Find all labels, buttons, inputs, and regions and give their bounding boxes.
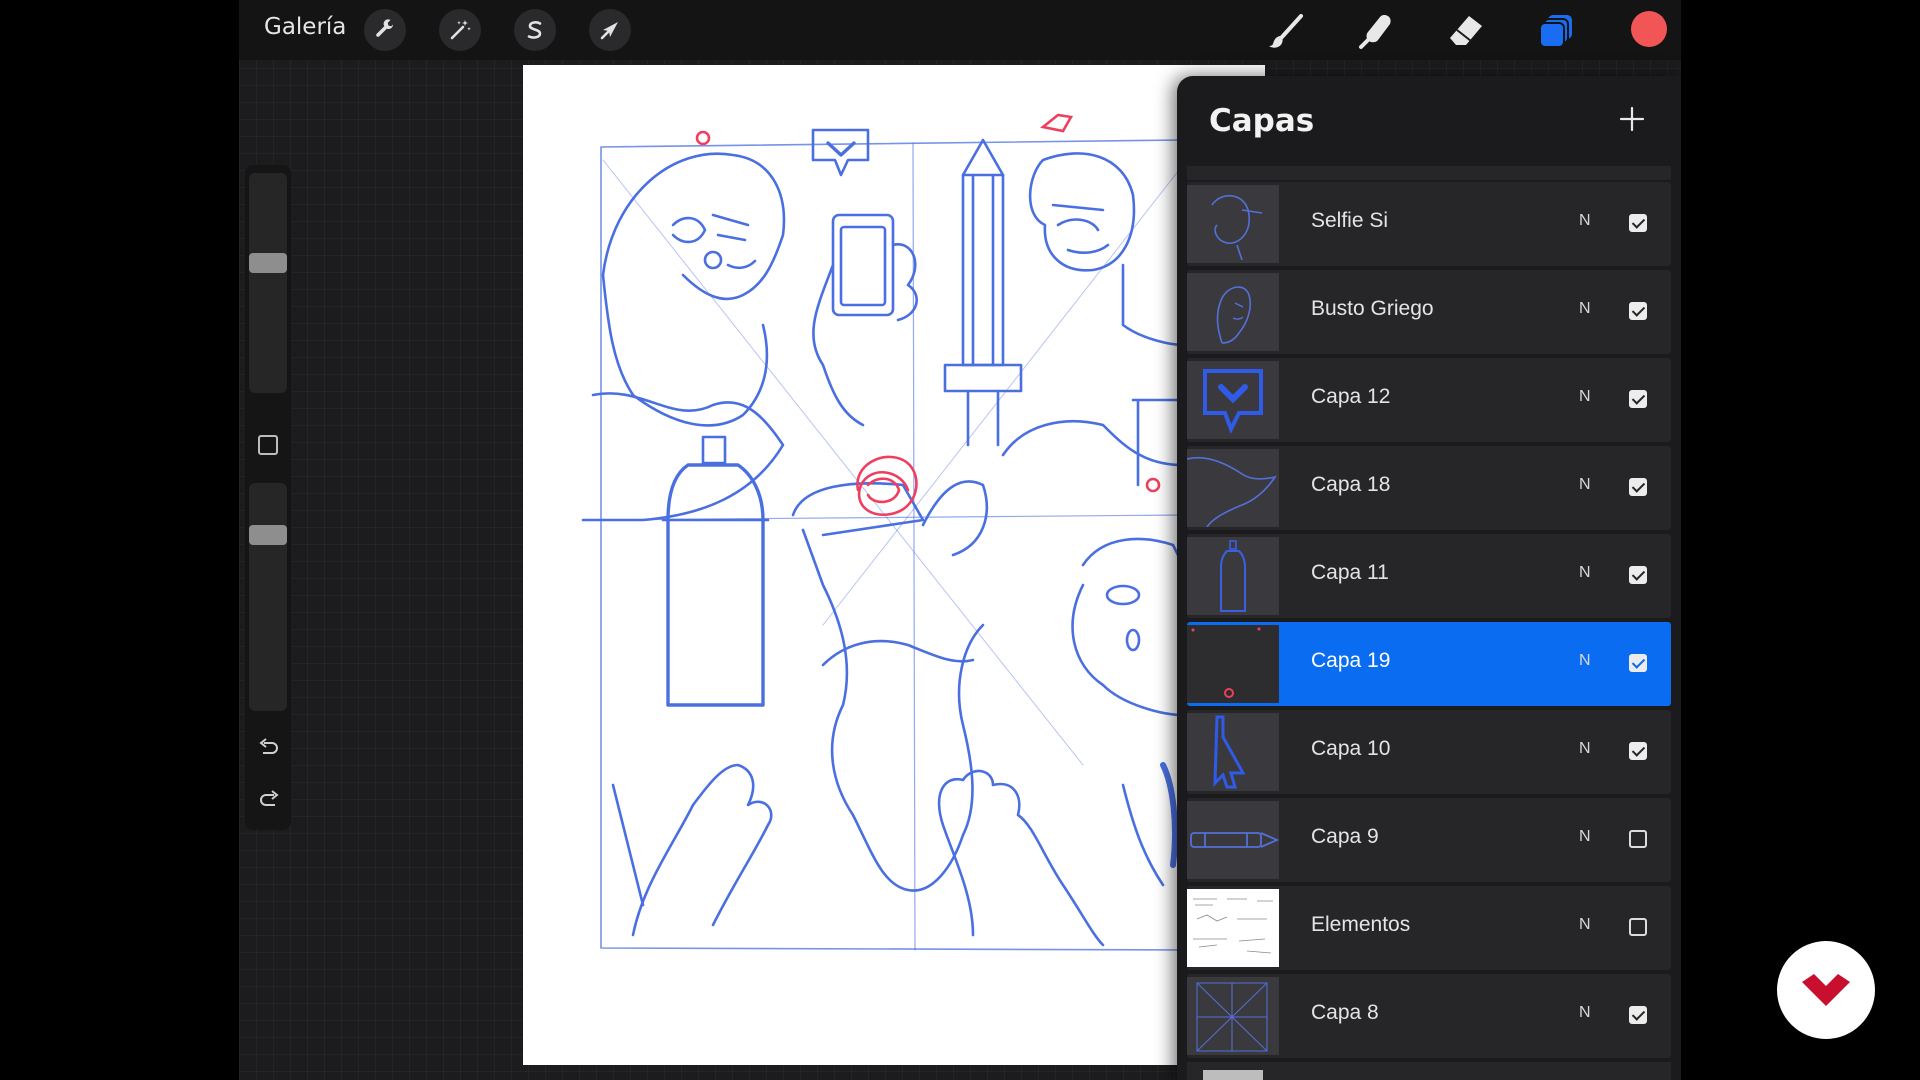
procreate-app: Galería Capas Selfie Si N Busto Griego N… [239,0,1681,1080]
blend-mode-button[interactable]: N [1579,212,1591,230]
arrow-cursor-icon [600,22,618,40]
layers-list: Selfie Si N Busto Griego N Capa 12 N Cap… [1177,76,1681,1080]
layers-icon [1539,15,1572,48]
gallery-button[interactable]: Galería [264,14,346,40]
layer-name: Busto Griego [1311,297,1434,320]
layer-row-busto-griego[interactable]: Busto Griego N [1187,270,1671,354]
selection-button[interactable] [514,9,556,51]
layer-thumbnail [1187,713,1279,791]
eraser-tool[interactable] [1443,8,1489,54]
brush-size-slider[interactable] [249,173,287,393]
color-picker-button[interactable] [1631,11,1667,47]
layer-visibility-checkbox[interactable] [1629,302,1647,320]
layer-name: Capa 12 [1311,385,1391,408]
layer-visibility-checkbox[interactable] [1629,566,1647,584]
layer-row-elementos[interactable]: Elementos N [1187,886,1671,970]
layer-row-selfie-si[interactable]: Selfie Si N [1187,182,1671,266]
redo-button[interactable] [256,790,282,816]
layer-visibility-checkbox[interactable] [1629,478,1647,496]
layer-row-capa-9[interactable]: Capa 9 N [1187,798,1671,882]
layer-name: Capa 10 [1311,737,1391,760]
layer-thumbnail [1187,185,1279,263]
modify-button[interactable] [258,435,278,455]
layers-panel: Capas Selfie Si N Busto Griego N Capa 12… [1177,76,1681,1080]
undo-icon [259,738,278,754]
layer-name: Elementos [1311,913,1411,936]
transform-button[interactable] [589,9,631,51]
actions-button[interactable] [364,9,406,51]
layer-visibility-checkbox[interactable] [1629,214,1647,232]
blend-mode-button[interactable]: N [1579,652,1591,670]
brush-tool[interactable] [1263,8,1309,54]
sketch-drawing [581,113,1186,951]
blend-mode-button[interactable]: N [1579,388,1591,406]
layer-name: Capa 11 [1311,561,1389,584]
layer-thumbnail [1203,1070,1263,1080]
layer-name: Capa 9 [1311,825,1379,848]
layer-row-partial [1187,1062,1671,1080]
undo-button[interactable] [256,738,282,764]
layer-row-partial [1187,166,1671,180]
layer-thumbnail [1187,449,1279,527]
layer-thumbnail [1187,625,1279,703]
layer-visibility-checkbox[interactable] [1629,390,1647,408]
blend-mode-button[interactable]: N [1579,828,1591,846]
brush-size-thumb[interactable] [249,253,287,273]
layer-visibility-checkbox[interactable] [1629,918,1647,936]
layer-thumbnail [1187,801,1279,879]
blend-mode-button[interactable]: N [1579,916,1591,934]
layers-button[interactable] [1533,8,1579,54]
brush-icon [1269,14,1303,48]
layer-row-capa-18[interactable]: Capa 18 N [1187,446,1671,530]
selection-s-icon [527,21,542,39]
layer-visibility-checkbox[interactable] [1629,1006,1647,1024]
layer-visibility-checkbox[interactable] [1629,742,1647,760]
eraser-icon [1450,16,1482,45]
layer-thumbnail [1187,537,1279,615]
layer-thumbnail [1187,889,1279,967]
layer-thumbnail [1187,361,1279,439]
layer-row-capa-8[interactable]: Capa 8 N [1187,974,1671,1058]
blend-mode-button[interactable]: N [1579,1004,1591,1022]
left-sidebar [245,165,291,830]
layer-row-capa-11[interactable]: Capa 11 N [1187,534,1671,618]
top-toolbar: Galería [239,0,1681,60]
smudge-icon [1359,15,1391,49]
domestika-logo-icon [1802,974,1850,1006]
blend-mode-button[interactable]: N [1579,564,1591,582]
blend-mode-button[interactable]: N [1579,740,1591,758]
layer-visibility-checkbox[interactable] [1629,830,1647,848]
layer-name: Capa 18 [1311,473,1391,496]
opacity-thumb[interactable] [249,525,287,545]
brand-logo [1777,941,1875,1039]
blend-mode-button[interactable]: N [1579,476,1591,494]
redo-icon [260,790,279,806]
opacity-slider[interactable] [249,483,287,711]
smudge-tool[interactable] [1353,8,1399,54]
layer-thumbnail [1187,977,1279,1055]
layer-visibility-checkbox[interactable] [1629,654,1647,672]
adjustments-button[interactable] [439,9,481,51]
layer-row-capa-12[interactable]: Capa 12 N [1187,358,1671,442]
wrench-icon [376,19,394,37]
drawing-canvas[interactable] [523,65,1265,1065]
blend-mode-button[interactable]: N [1579,300,1591,318]
magic-wand-icon [450,20,471,40]
layer-row-capa-19[interactable]: Capa 19 N [1187,622,1671,706]
layer-name: Selfie Si [1311,209,1389,232]
layer-row-capa-10[interactable]: Capa 10 N [1187,710,1671,794]
layer-name: Capa 8 [1311,1001,1379,1024]
layer-thumbnail [1187,273,1279,351]
layer-name: Capa 19 [1311,649,1391,672]
